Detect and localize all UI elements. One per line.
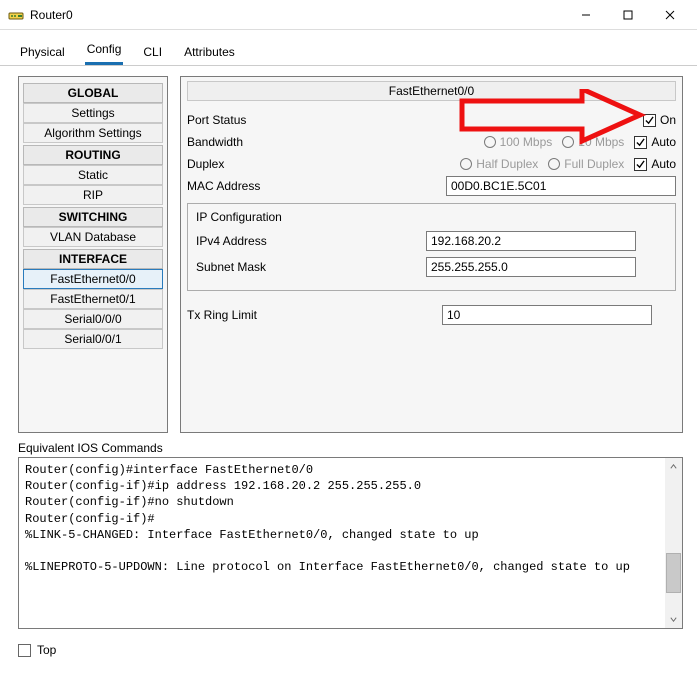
label-duplex-auto: Auto [651, 157, 676, 171]
label-100mbps: 100 Mbps [500, 135, 553, 149]
checkbox-duplex-auto[interactable] [634, 158, 647, 171]
label-top: Top [37, 643, 56, 657]
radio-half-duplex[interactable] [460, 158, 472, 170]
scroll-thumb[interactable] [666, 553, 681, 593]
label-mac: MAC Address [187, 179, 307, 193]
sidebar-item-static[interactable]: Static [23, 165, 163, 185]
sidebar: GLOBAL Settings Algorithm Settings ROUTI… [18, 76, 168, 433]
sidebar-item-vlan[interactable]: VLAN Database [23, 227, 163, 247]
sidebar-item-s000[interactable]: Serial0/0/0 [23, 309, 163, 329]
row-bandwidth: Bandwidth 100 Mbps 10 Mbps Auto [187, 131, 676, 153]
tab-cli[interactable]: CLI [141, 41, 164, 65]
row-port-status: Port Status On [187, 109, 676, 131]
close-button[interactable] [649, 0, 691, 30]
scroll-down-icon[interactable] [665, 611, 682, 628]
label-ip-config: IP Configuration [196, 210, 667, 228]
ios-text[interactable]: Router(config)#interface FastEthernet0/0… [19, 458, 682, 579]
label-tx-ring: Tx Ring Limit [187, 308, 442, 322]
row-mac: MAC Address [187, 175, 676, 197]
sidebar-head-interface: INTERFACE [23, 249, 163, 269]
label-bandwidth-auto: Auto [651, 135, 676, 149]
label-10mbps: 10 Mbps [578, 135, 624, 149]
label-duplex: Duplex [187, 157, 307, 171]
sidebar-item-s001[interactable]: Serial0/0/1 [23, 329, 163, 349]
radio-100mbps[interactable] [484, 136, 496, 148]
ip-config-group: IP Configuration IPv4 Address Subnet Mas… [187, 203, 676, 291]
scrollbar[interactable] [665, 458, 682, 628]
checkbox-top[interactable] [18, 644, 31, 657]
radio-10mbps[interactable] [562, 136, 574, 148]
label-ipv4: IPv4 Address [196, 234, 426, 248]
sidebar-item-settings[interactable]: Settings [23, 103, 163, 123]
row-tx-ring: Tx Ring Limit [187, 305, 676, 325]
sidebar-head-global: GLOBAL [23, 83, 163, 103]
input-tx-ring[interactable] [442, 305, 652, 325]
content-area: GLOBAL Settings Algorithm Settings ROUTI… [0, 66, 697, 441]
app-icon [8, 7, 24, 23]
minimize-button[interactable] [565, 0, 607, 30]
label-bandwidth: Bandwidth [187, 135, 307, 149]
sidebar-head-routing: ROUTING [23, 145, 163, 165]
label-full-duplex: Full Duplex [564, 157, 624, 171]
ios-output: Router(config)#interface FastEthernet0/0… [18, 457, 683, 629]
tab-config[interactable]: Config [85, 38, 124, 65]
input-subnet[interactable] [426, 257, 636, 277]
label-subnet: Subnet Mask [196, 260, 426, 274]
titlebar: Router0 [0, 0, 697, 30]
tab-bar: Physical Config CLI Attributes [0, 30, 697, 66]
sidebar-item-fe01[interactable]: FastEthernet0/1 [23, 289, 163, 309]
sidebar-item-algorithm-settings[interactable]: Algorithm Settings [23, 123, 163, 143]
input-ipv4[interactable] [426, 231, 636, 251]
tab-physical[interactable]: Physical [18, 41, 67, 65]
panel-title: FastEthernet0/0 [187, 81, 676, 101]
sidebar-item-fe00[interactable]: FastEthernet0/0 [23, 269, 163, 289]
window-title: Router0 [30, 8, 73, 22]
row-duplex: Duplex Half Duplex Full Duplex Auto [187, 153, 676, 175]
sidebar-head-switching: SWITCHING [23, 207, 163, 227]
ios-header: Equivalent IOS Commands [0, 441, 697, 457]
input-mac-address[interactable] [446, 176, 676, 196]
label-half-duplex: Half Duplex [476, 157, 538, 171]
interface-panel: FastEthernet0/0 Port Status On Bandwidth… [180, 76, 683, 433]
label-on: On [660, 113, 676, 127]
checkbox-bandwidth-auto[interactable] [634, 136, 647, 149]
checkbox-port-on[interactable] [643, 114, 656, 127]
maximize-button[interactable] [607, 0, 649, 30]
radio-full-duplex[interactable] [548, 158, 560, 170]
bottom-bar: Top [0, 637, 697, 663]
tab-attributes[interactable]: Attributes [182, 41, 237, 65]
scroll-up-icon[interactable] [665, 458, 682, 475]
label-port-status: Port Status [187, 113, 307, 127]
sidebar-item-rip[interactable]: RIP [23, 185, 163, 205]
